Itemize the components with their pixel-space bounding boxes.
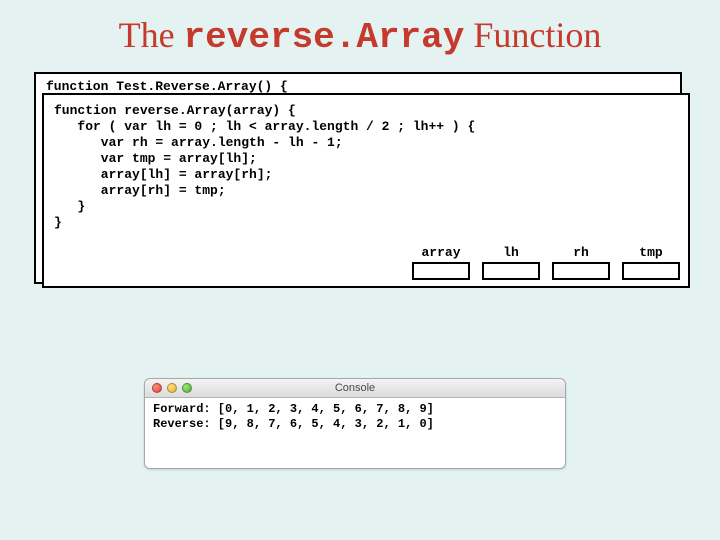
code-listing: function reverse.Array(array) { for ( va…	[54, 103, 678, 231]
var-lh-box	[482, 262, 540, 280]
var-array-label: array	[421, 245, 460, 260]
console-title: Console	[145, 382, 565, 394]
title-code: reverse.Array	[184, 17, 465, 58]
var-rh: rh	[552, 245, 610, 280]
var-tmp-box	[622, 262, 680, 280]
var-lh: lh	[482, 245, 540, 280]
back-code-line: function Test.Reverse.Array() {	[46, 79, 288, 94]
var-array-box	[412, 262, 470, 280]
title-suffix: Function	[464, 15, 601, 55]
title-prefix: The	[119, 15, 184, 55]
var-rh-label: rh	[573, 245, 589, 260]
var-tmp: tmp	[622, 245, 680, 280]
variable-row: array lh rh tmp	[412, 245, 680, 280]
console-window: Console Forward: [0, 1, 2, 3, 4, 5, 6, 7…	[144, 378, 566, 469]
console-body: Forward: [0, 1, 2, 3, 4, 5, 6, 7, 8, 9] …	[145, 398, 565, 468]
slide: The reverse.Array Function function Test…	[0, 0, 720, 540]
var-lh-label: lh	[503, 245, 519, 260]
var-tmp-label: tmp	[639, 245, 662, 260]
slide-title: The reverse.Array Function	[0, 14, 720, 58]
console-output: Forward: [0, 1, 2, 3, 4, 5, 6, 7, 8, 9] …	[153, 402, 557, 432]
console-titlebar[interactable]: Console	[145, 379, 565, 398]
code-card: function reverse.Array(array) { for ( va…	[42, 93, 690, 288]
var-array: array	[412, 245, 470, 280]
var-rh-box	[552, 262, 610, 280]
